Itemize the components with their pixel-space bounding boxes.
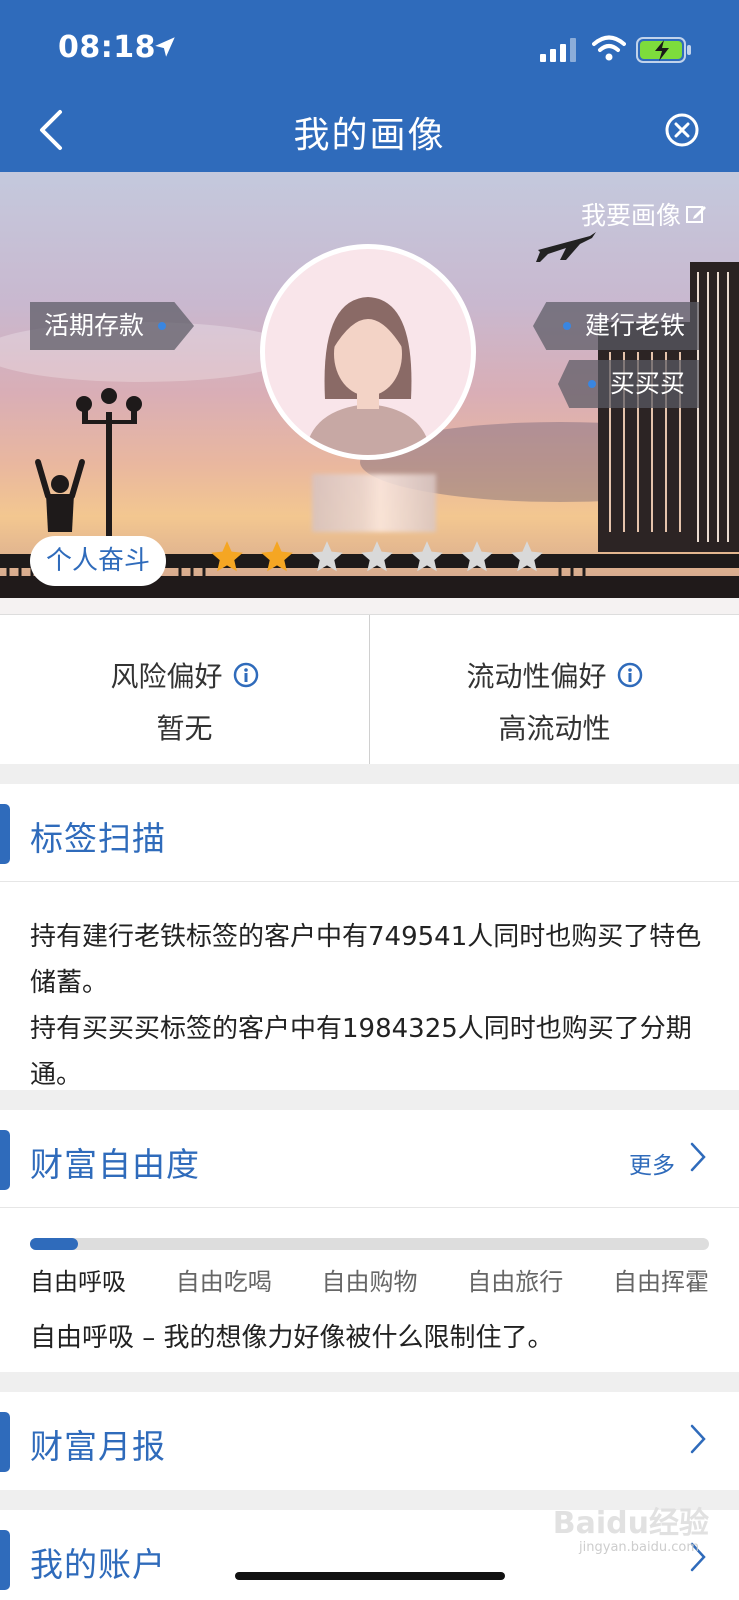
chevron-right-icon — [690, 1424, 706, 1454]
close-icon[interactable] — [664, 112, 700, 148]
chevron-right-icon[interactable] — [689, 1140, 707, 1174]
tag-shopaholic[interactable]: 买买买 — [557, 360, 699, 408]
freedom-level: 自由挥霍 — [613, 1268, 709, 1296]
home-indicator[interactable] — [235, 1572, 505, 1580]
tag-scan-body: 持有建行老铁标签的客户中有749541人同时也购买了特色储蓄。 持有买买买标签的… — [0, 882, 739, 1118]
info-icon[interactable] — [233, 662, 259, 688]
section-accent-bar — [0, 1412, 10, 1472]
avatar[interactable] — [260, 244, 476, 460]
tag-dot — [562, 322, 571, 330]
star-filled-icon — [211, 541, 243, 572]
section-title: 我的账户 — [30, 1545, 166, 1584]
want-portrait-label: 我要画像 — [580, 201, 681, 230]
risk-preference-text: 风险偏好 — [110, 660, 223, 693]
freedom-progress-bar — [30, 1238, 709, 1250]
freedom-level: 自由吃喝 — [175, 1268, 272, 1296]
blurred-username — [312, 474, 436, 532]
tag-label: 建行老铁 — [584, 311, 685, 340]
tag-current-deposit[interactable]: 活期存款 — [30, 302, 195, 350]
risk-preference-value: 暂无 — [156, 712, 213, 745]
tag-dot — [158, 322, 167, 330]
status-time: 08:18 — [58, 30, 156, 65]
section-accent-bar — [0, 804, 10, 864]
tag-dot — [587, 380, 596, 388]
freedom-levels: 自由呼吸 自由吃喝 自由购物 自由旅行 自由挥霍 — [30, 1262, 709, 1297]
section-header: 财富月报 — [0, 1392, 739, 1490]
portrait-banner: 我要画像 活期存款 建行老铁 买买买 个人奋斗 — [0, 172, 739, 614]
monthly-report-row[interactable]: 财富月报 — [0, 1392, 739, 1490]
section-title: 标签扫描 — [30, 819, 166, 858]
battery-charging-icon — [636, 37, 691, 63]
wealth-freedom-section: 财富自由度 更多 自由呼吸 自由吃喝 自由购物 自由旅行 自由挥霍 自由呼吸 –… — [0, 1110, 739, 1372]
tag-ccb-buddy[interactable]: 建行老铁 — [532, 302, 699, 350]
section-accent-bar — [0, 1130, 10, 1190]
female-avatar-icon — [305, 297, 431, 455]
cellular-signal-icon — [540, 38, 576, 62]
watermark-url: jingyan.baidu.com — [579, 1540, 699, 1555]
star-empty-icon — [461, 541, 493, 572]
star-filled-icon — [261, 541, 293, 572]
star-empty-icon — [311, 541, 343, 572]
liquidity-preference-value: 高流动性 — [498, 712, 611, 745]
section-title: 财富自由度 — [30, 1145, 200, 1184]
liquidity-preference: 流动性偏好 高流动性 — [369, 615, 739, 764]
freedom-progress-fill — [30, 1238, 78, 1250]
tag-label: 活期存款 — [44, 311, 145, 340]
liquidity-preference-label: 流动性偏好 — [466, 655, 642, 695]
tag-scan-section: 标签扫描 持有建行老铁标签的客户中有749541人同时也购买了特色储蓄。 持有买… — [0, 784, 739, 1090]
risk-preference: 风险偏好 暂无 — [0, 615, 369, 764]
liquidity-preference-text: 流动性偏好 — [466, 660, 607, 693]
tag-scan-line: 持有买买买标签的客户中有1984325人同时也购买了分期通。 — [30, 1014, 692, 1090]
freedom-level: 自由购物 — [321, 1268, 418, 1296]
watermark-brand: Baidu经验 — [552, 1506, 709, 1541]
status-bar: 08:18 — [0, 0, 739, 90]
wifi-icon — [592, 35, 626, 61]
section-header: 标签扫描 — [0, 784, 739, 882]
star-empty-icon — [361, 541, 393, 572]
star-empty-icon — [511, 541, 543, 572]
tag-label: 买买买 — [609, 369, 685, 398]
want-portrait-button[interactable]: 我要画像 — [581, 196, 707, 232]
page-title: 我的画像 — [293, 115, 446, 156]
info-icon[interactable] — [617, 662, 643, 688]
more-link[interactable]: 更多 — [629, 1146, 675, 1180]
tag-scan-line: 持有建行老铁标签的客户中有749541人同时也购买了特色储蓄。 — [30, 922, 702, 998]
preference-panel: 风险偏好 暂无 流动性偏好 高流动性 — [0, 614, 739, 764]
rating-stars — [208, 538, 546, 576]
top-bar: 08:18 我的画像 — [0, 0, 739, 172]
section-accent-bar — [0, 1530, 10, 1590]
persona-badge: 个人奋斗 — [30, 536, 167, 586]
star-empty-icon — [411, 541, 443, 572]
location-arrow-icon — [155, 37, 175, 57]
risk-preference-label: 风险偏好 — [110, 655, 258, 695]
freedom-description: 自由呼吸 – 我的想像力好像被什么限制住了。 — [30, 1323, 554, 1353]
freedom-level: 自由旅行 — [467, 1268, 564, 1296]
edit-icon — [686, 206, 706, 223]
section-header: 财富自由度 更多 — [0, 1110, 739, 1208]
freedom-level: 自由呼吸 — [30, 1268, 126, 1296]
section-title: 财富月报 — [30, 1427, 166, 1466]
